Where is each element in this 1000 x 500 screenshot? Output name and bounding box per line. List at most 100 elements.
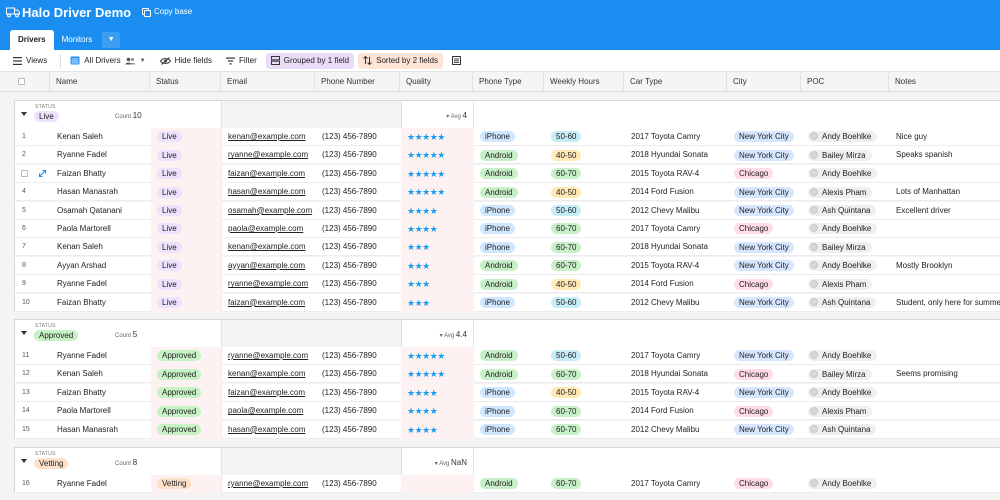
cell-city[interactable]: New York City xyxy=(728,347,802,365)
column-header-car-type[interactable]: Car Type xyxy=(624,72,727,92)
cell-email[interactable]: paola@example.com xyxy=(222,402,316,420)
cell-city[interactable]: New York City xyxy=(728,183,802,201)
cell-name[interactable]: Kenan Saleh xyxy=(51,238,151,256)
cell-notes[interactable]: Nice guy xyxy=(890,128,1000,146)
cell-phone-type[interactable]: iPhone xyxy=(474,421,545,439)
cell-status[interactable]: Approved xyxy=(151,420,222,439)
column-header-city[interactable]: City xyxy=(727,72,801,92)
cell-status[interactable]: Live xyxy=(151,293,222,312)
email-link[interactable]: paola@example.com xyxy=(228,406,303,415)
email-link[interactable]: ryanne@example.com xyxy=(228,351,308,360)
cell-email[interactable]: osamah@example.com xyxy=(222,202,316,220)
group-button[interactable]: Grouped by 1 field xyxy=(265,52,355,69)
cell-weekly-hours[interactable]: 60-70 xyxy=(545,402,625,420)
cell-quality[interactable]: ★★★★★ xyxy=(401,164,474,183)
cell-poc[interactable]: Andy Boehlke xyxy=(802,475,890,493)
cell-poc[interactable]: Ash Quintana xyxy=(802,421,890,439)
table-row[interactable]: Faizan Bhatty Live faizan@example.com (123)… xyxy=(14,164,1000,183)
table-row[interactable]: 10 Faizan Bhatty Live faizan@example.com (12… xyxy=(14,293,1000,312)
email-link[interactable]: faizan@example.com xyxy=(228,388,305,397)
cell-poc[interactable]: Andy Boehlke xyxy=(802,165,890,183)
cell-phone-type[interactable]: Android xyxy=(474,146,545,164)
cell-status[interactable]: Live xyxy=(151,238,222,257)
column-header-phone-type[interactable]: Phone Type xyxy=(473,72,544,92)
email-link[interactable]: hasan@example.com xyxy=(228,425,306,434)
chevron-down-icon[interactable]: ▼ xyxy=(102,32,121,48)
cell-poc[interactable]: Alexis Pham xyxy=(802,275,890,293)
cell-name[interactable]: Paola Martorell xyxy=(51,220,151,238)
email-link[interactable]: faizan@example.com xyxy=(228,298,305,307)
cell-phone-type[interactable]: Android xyxy=(474,183,545,201)
hide-fields-button[interactable]: Hide fields xyxy=(155,53,217,69)
cell-city[interactable]: Chicago xyxy=(728,402,802,420)
column-header-phone[interactable]: Phone Number xyxy=(315,72,400,92)
cell-car-type[interactable]: 2012 Chevy Malibu xyxy=(625,421,728,439)
cell-notes[interactable]: Seems promising xyxy=(890,365,1000,383)
table-row[interactable]: 5 Osamah Qatanani Live osamah@example.com (1… xyxy=(14,201,1000,220)
tab-monitors[interactable]: Monitors xyxy=(54,30,101,50)
cell-weekly-hours[interactable]: 60-70 xyxy=(545,165,625,183)
cell-weekly-hours[interactable]: 50-60 xyxy=(545,128,625,146)
cell-status[interactable]: Approved xyxy=(151,383,222,402)
sort-button[interactable]: Sorted by 2 fields xyxy=(358,52,443,69)
cell-status[interactable]: Vetting xyxy=(151,475,222,493)
cell-notes[interactable] xyxy=(890,220,1000,238)
cell-phone-type[interactable]: iPhone xyxy=(474,128,545,146)
row-height-button[interactable] xyxy=(447,53,466,69)
cell-phone-type[interactable]: Android xyxy=(474,365,545,383)
cell-phone[interactable]: (123) 456-7890 xyxy=(316,146,401,164)
cell-quality[interactable]: ★★★★★ xyxy=(401,146,474,165)
cell-car-type[interactable]: 2018 Hyundai Sonata xyxy=(625,146,728,164)
cell-phone-type[interactable]: iPhone xyxy=(474,202,545,220)
cell-email[interactable]: ryanne@example.com xyxy=(222,475,316,493)
cell-weekly-hours[interactable]: 50-60 xyxy=(545,347,625,365)
email-link[interactable]: kenan@example.com xyxy=(228,369,306,378)
row-checkbox[interactable] xyxy=(21,169,28,177)
cell-quality[interactable] xyxy=(401,475,474,493)
cell-phone-type[interactable]: Android xyxy=(474,347,545,365)
cell-email[interactable]: ryanne@example.com xyxy=(222,275,316,293)
cell-city[interactable]: New York City xyxy=(728,421,802,439)
cell-car-type[interactable]: 2014 Ford Fusion xyxy=(625,275,728,293)
cell-phone[interactable]: (123) 456-7890 xyxy=(316,257,401,275)
cell-phone[interactable]: (123) 456-7890 xyxy=(316,347,401,365)
cell-email[interactable]: kenan@example.com xyxy=(222,238,316,256)
cell-quality[interactable]: ★★★★ xyxy=(401,402,474,421)
table-row[interactable]: 1 Kenan Saleh Live kenan@example.com (123) 4… xyxy=(14,128,1000,146)
cell-name[interactable]: Osamah Qatanani xyxy=(51,202,151,220)
cell-email[interactable]: kenan@example.com xyxy=(222,365,316,383)
cell-city[interactable]: Chicago xyxy=(728,165,802,183)
cell-status[interactable]: Live xyxy=(151,256,222,275)
cell-weekly-hours[interactable]: 60-70 xyxy=(545,257,625,275)
cell-city[interactable]: Chicago xyxy=(728,220,802,238)
cell-name[interactable]: Kenan Saleh xyxy=(51,365,151,383)
cell-phone[interactable]: (123) 456-7890 xyxy=(316,475,401,493)
collapse-caret-icon[interactable] xyxy=(21,112,27,116)
views-button[interactable]: Views xyxy=(8,53,52,69)
cell-weekly-hours[interactable]: 60-70 xyxy=(545,365,625,383)
cell-city[interactable]: New York City xyxy=(728,257,802,275)
cell-name[interactable]: Ryanne Fadel xyxy=(51,146,151,164)
cell-quality[interactable]: ★★★ xyxy=(401,293,474,312)
cell-car-type[interactable]: 2012 Chevy Malibu xyxy=(625,294,728,312)
cell-poc[interactable]: Bailey Mirza xyxy=(802,365,890,383)
cell-status[interactable]: Live xyxy=(151,164,222,183)
cell-city[interactable]: Chicago xyxy=(728,365,802,383)
cell-quality[interactable]: ★★★ xyxy=(401,238,474,257)
select-all-checkbox[interactable] xyxy=(18,78,25,85)
cell-poc[interactable]: Ash Quintana xyxy=(802,294,890,312)
column-header-weekly-hours[interactable]: Weekly Hours xyxy=(544,72,624,92)
cell-city[interactable]: New York City xyxy=(728,384,802,402)
cell-poc[interactable]: Bailey Mirza xyxy=(802,238,890,256)
column-header-quality[interactable]: Quality xyxy=(400,72,473,92)
cell-quality[interactable]: ★★★★★ xyxy=(401,183,474,202)
cell-car-type[interactable]: 2015 Toyota RAV-4 xyxy=(625,257,728,275)
column-header-status[interactable]: Status xyxy=(150,72,221,92)
cell-email[interactable]: ryanne@example.com xyxy=(222,347,316,365)
cell-phone[interactable]: (123) 456-7890 xyxy=(316,238,401,256)
cell-email[interactable]: hasan@example.com xyxy=(222,421,316,439)
cell-phone[interactable]: (123) 456-7890 xyxy=(316,402,401,420)
table-row[interactable]: 11 Ryanne Fadel Approved ryanne@example.com… xyxy=(14,347,1000,365)
cell-car-type[interactable]: 2017 Toyota Camry xyxy=(625,128,728,146)
table-row[interactable]: 15 Hasan Manasrah Approved hasan@example.co… xyxy=(14,420,1000,439)
